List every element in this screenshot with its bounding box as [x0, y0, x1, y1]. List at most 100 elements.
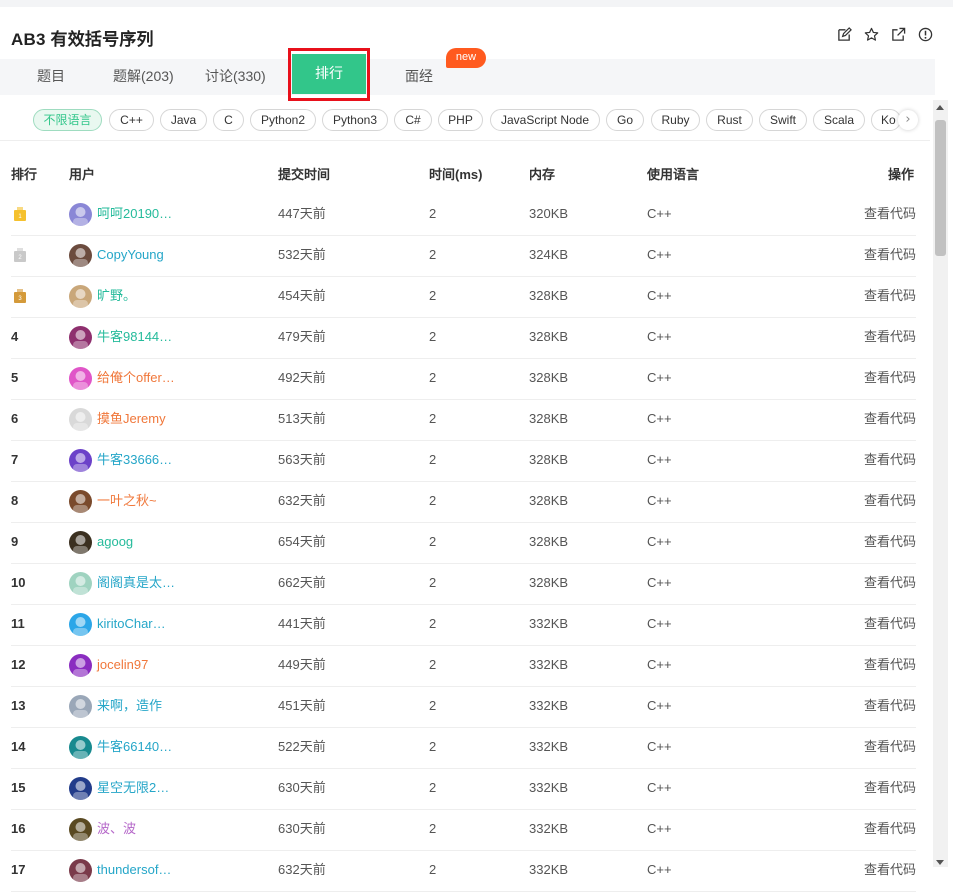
- scrollbar[interactable]: [933, 100, 948, 867]
- tab-discussion[interactable]: 讨论(330): [205, 59, 266, 95]
- memory-usage: 332KB: [529, 821, 569, 836]
- view-code-link[interactable]: 查看代码: [864, 769, 916, 809]
- chevron-right-icon[interactable]: ›: [898, 110, 918, 130]
- avatar[interactable]: [69, 736, 92, 759]
- run-time-ms: 2: [429, 206, 437, 221]
- view-code-link[interactable]: 查看代码: [864, 400, 916, 440]
- view-code-link[interactable]: 查看代码: [864, 359, 916, 399]
- rank-number: 11: [11, 616, 25, 631]
- user-name-link[interactable]: jocelin97: [97, 646, 148, 686]
- table-row: 4 牛客98144… 479天前 2 328KB C++ 查看代码: [11, 318, 916, 359]
- avatar[interactable]: [69, 203, 92, 226]
- user-name-link[interactable]: 来啊，造作: [97, 687, 162, 727]
- scrollbar-thumb[interactable]: [935, 120, 946, 256]
- user-name-link[interactable]: 一叶之秋~: [97, 482, 157, 522]
- user-name-link[interactable]: thundersof…: [97, 851, 171, 891]
- report-icon[interactable]: [918, 27, 933, 42]
- lang-filter-go[interactable]: Go: [606, 109, 644, 131]
- avatar[interactable]: [69, 490, 92, 513]
- memory-usage: 328KB: [529, 411, 569, 426]
- user-name-link[interactable]: 星空无限2…: [97, 769, 169, 809]
- user-name-link[interactable]: 波、波: [97, 810, 136, 850]
- user-name-link[interactable]: CopyYoung: [97, 236, 164, 276]
- language: C++: [647, 575, 672, 590]
- view-code-link[interactable]: 查看代码: [864, 482, 916, 522]
- user-name-link[interactable]: 牛客33666…: [97, 441, 172, 481]
- lang-filter-kotlin[interactable]: Ko: [871, 109, 901, 131]
- memory-usage: 320KB: [529, 206, 569, 221]
- avatar[interactable]: [69, 244, 92, 267]
- view-code-link[interactable]: 查看代码: [864, 277, 916, 317]
- table-row: 10 阁阁真是太… 662天前 2 328KB C++ 查看代码: [11, 564, 916, 605]
- table-row: 15 星空无限2… 630天前 2 332KB C++ 查看代码: [11, 769, 916, 810]
- run-time-ms: 2: [429, 411, 437, 426]
- table-row: 11 kiritoChar… 441天前 2 332KB C++ 查看代码: [11, 605, 916, 646]
- avatar[interactable]: [69, 326, 92, 349]
- scroll-down-icon[interactable]: [936, 860, 944, 865]
- language-filter: 不限语言 C++ Java C Python2 Python3 C# PHP J…: [0, 100, 930, 141]
- scroll-up-icon[interactable]: [936, 105, 944, 110]
- user-name-link[interactable]: agoog: [97, 523, 133, 563]
- view-code-link[interactable]: 查看代码: [864, 687, 916, 727]
- user-name-link[interactable]: 牛客66140…: [97, 728, 172, 768]
- user-name-link[interactable]: kiritoChar…: [97, 605, 166, 645]
- avatar[interactable]: [69, 613, 92, 636]
- avatar[interactable]: [69, 572, 92, 595]
- avatar[interactable]: [69, 531, 92, 554]
- view-code-link[interactable]: 查看代码: [864, 236, 916, 276]
- user-name-link[interactable]: 牛客98144…: [97, 318, 172, 358]
- tab-solutions[interactable]: 题解(203): [113, 59, 174, 95]
- top-strip: [0, 0, 953, 7]
- tab-interview[interactable]: 面经: [405, 59, 433, 95]
- view-code-link[interactable]: 查看代码: [864, 441, 916, 481]
- header-actions: [837, 27, 933, 42]
- lang-filter-rust[interactable]: Rust: [706, 109, 753, 131]
- avatar[interactable]: [69, 777, 92, 800]
- avatar[interactable]: [69, 695, 92, 718]
- user-name-link[interactable]: 摸鱼Jeremy: [97, 400, 166, 440]
- view-code-link[interactable]: 查看代码: [864, 605, 916, 645]
- lang-filter-python2[interactable]: Python2: [250, 109, 316, 131]
- view-code-link[interactable]: 查看代码: [864, 564, 916, 604]
- submit-time: 513天前: [278, 411, 326, 426]
- view-code-link[interactable]: 查看代码: [864, 851, 916, 891]
- edit-icon[interactable]: [837, 27, 852, 42]
- view-code-link[interactable]: 查看代码: [864, 523, 916, 563]
- lang-filter-c[interactable]: C: [213, 109, 244, 131]
- language: C++: [647, 370, 672, 385]
- avatar[interactable]: [69, 859, 92, 882]
- lang-filter-php[interactable]: PHP: [438, 109, 483, 131]
- lang-filter-csharp[interactable]: C#: [394, 109, 432, 131]
- user-name-link[interactable]: 呵呵20190…: [97, 195, 172, 235]
- avatar[interactable]: [69, 367, 92, 390]
- user-name-link[interactable]: 旷野。: [97, 277, 136, 317]
- lang-filter-all[interactable]: 不限语言: [33, 109, 102, 131]
- view-code-link[interactable]: 查看代码: [864, 195, 916, 235]
- share-icon[interactable]: [891, 27, 906, 42]
- avatar[interactable]: [69, 285, 92, 308]
- avatar[interactable]: [69, 654, 92, 677]
- lang-filter-swift[interactable]: Swift: [759, 109, 807, 131]
- tab-problem[interactable]: 题目: [37, 59, 65, 95]
- run-time-ms: 2: [429, 739, 437, 754]
- avatar[interactable]: [69, 818, 92, 841]
- lang-filter-cpp[interactable]: C++: [109, 109, 154, 131]
- avatar[interactable]: [69, 449, 92, 472]
- lang-filter-javascript-node[interactable]: JavaScript Node: [490, 109, 600, 131]
- star-icon[interactable]: [864, 27, 879, 42]
- user-name-link[interactable]: 阁阁真是太…: [97, 564, 175, 604]
- user-name-link[interactable]: 给俺个offer…: [97, 359, 175, 399]
- view-code-link[interactable]: 查看代码: [864, 810, 916, 850]
- page-title: AB3 有效括号序列: [11, 30, 154, 49]
- view-code-link[interactable]: 查看代码: [864, 728, 916, 768]
- lang-filter-java[interactable]: Java: [160, 109, 207, 131]
- rank-number: 14: [11, 739, 26, 754]
- lang-filter-python3[interactable]: Python3: [322, 109, 388, 131]
- lang-filter-scala[interactable]: Scala: [813, 109, 865, 131]
- ranking-table: 1 呵呵20190… 447天前 2 320KB C++ 查看代码 2 CopyYoung 532…: [0, 195, 930, 892]
- tab-bar: 题目 题解(203) 讨论(330) 排行 面经 new: [0, 48, 935, 101]
- view-code-link[interactable]: 查看代码: [864, 318, 916, 358]
- view-code-link[interactable]: 查看代码: [864, 646, 916, 686]
- lang-filter-ruby[interactable]: Ruby: [651, 109, 700, 131]
- avatar[interactable]: [69, 408, 92, 431]
